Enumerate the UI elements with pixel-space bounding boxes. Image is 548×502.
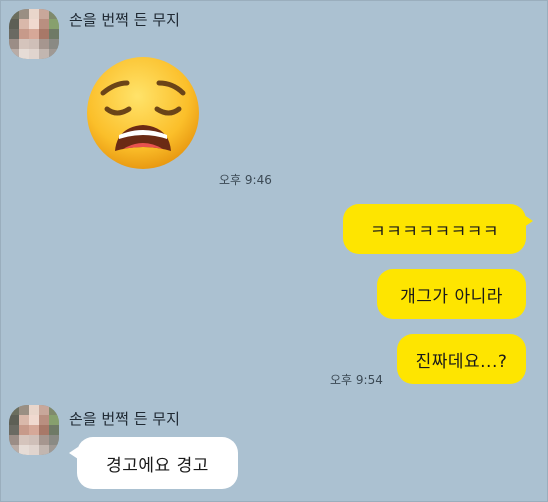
my-message-timestamp: 오후 9:54 [330,373,383,387]
bubble-tail [524,215,533,227]
sender-name: 손을 번쩍 든 무지 [69,11,180,29]
sender-name: 손을 번쩍 든 무지 [69,410,180,428]
my-message-text: 개그가 아니라 [400,286,503,307]
sender-avatar[interactable] [9,405,59,455]
sender-avatar[interactable] [9,9,59,59]
chat-room-background: 손을 번쩍 든 무지 오후 9:46 ㅋㅋㅋㅋㅋㅋㅋㅋ 개그가 아니라 진짜데요… [0,0,548,502]
my-message-bubble[interactable]: ㅋㅋㅋㅋㅋㅋㅋㅋ [343,204,526,254]
received-message-bubble[interactable]: 경고에요 경고 [77,437,238,489]
my-message-text: 진짜데요...? [415,351,508,372]
my-message-bubble[interactable]: 개그가 아니라 [377,269,526,319]
weary-face-emoji-icon[interactable] [81,51,205,175]
my-message-text: ㅋㅋㅋㅋㅋㅋㅋㅋ [369,221,500,242]
received-message-text: 경고에요 경고 [106,455,209,476]
sticker-timestamp: 오후 9:46 [219,173,272,187]
my-message-bubble[interactable]: 진짜데요...? [397,334,526,384]
